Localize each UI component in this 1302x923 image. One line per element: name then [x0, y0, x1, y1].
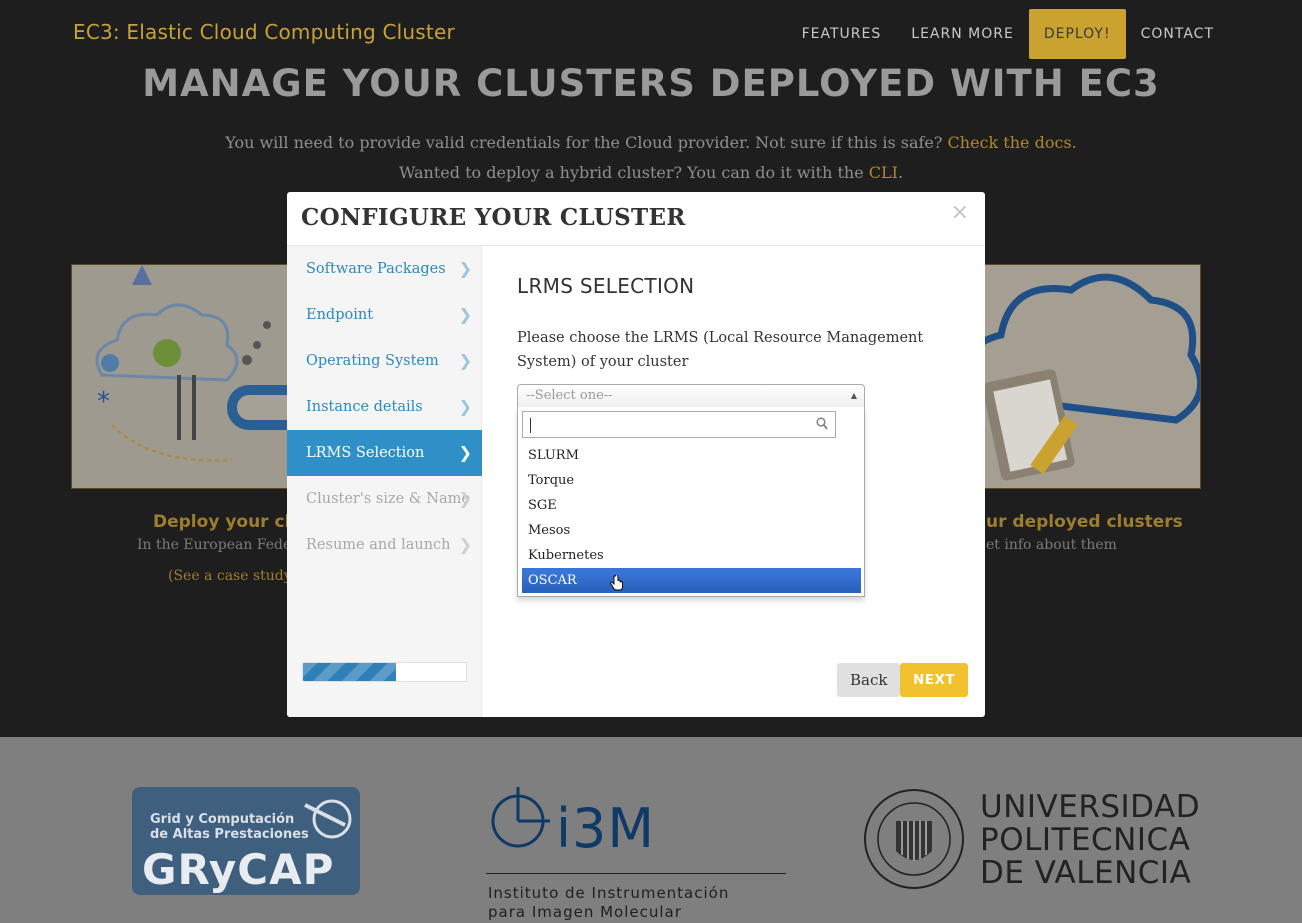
svg-text:*: * [97, 387, 110, 417]
i3m-subtitle: Instituto de Instrumentación para Imagen… [488, 884, 729, 922]
select-placeholder: --Select one-- [526, 388, 613, 403]
wizard-steps: Software Packages ❯ Endpoint ❯ Operating… [287, 246, 482, 717]
configure-cluster-modal: CONFIGURE YOUR CLUSTER × Software Packag… [287, 192, 985, 717]
chevron-right-icon: ❯ [458, 489, 472, 508]
step-label: Instance details [306, 399, 423, 415]
top-nav: FEATURES LEARN MORE DEPLOY! CONTACT [787, 9, 1229, 59]
next-button[interactable]: NEXT [900, 663, 969, 697]
manage-card-text: et info about them [986, 537, 1117, 553]
text-caret [530, 418, 531, 433]
i3m-sub-line1: Instituto de Instrumentación [488, 884, 730, 902]
i3m-name: i3M [556, 797, 655, 860]
modal-title: CONFIGURE YOUR CLUSTER [301, 204, 686, 231]
upv-line1: UNIVERSIDAD [980, 789, 1201, 825]
step-label: Cluster's size & Name [306, 491, 470, 507]
nav-features[interactable]: FEATURES [787, 9, 897, 59]
grycap-subtitle: Grid y Computación de Altas Prestaciones [150, 812, 309, 842]
credentials-note-text: You will need to provide valid credentia… [225, 133, 948, 152]
step-label: Software Packages [306, 261, 446, 277]
dropdown-options: SLURM Torque SGE Mesos Kubernetes OSCAR [522, 443, 861, 593]
step-label: Operating System [306, 353, 439, 369]
step-lrms-selection[interactable]: LRMS Selection ❯ [287, 430, 482, 476]
i3m-mark-icon [491, 787, 550, 848]
step-label: Endpoint [306, 307, 374, 323]
wizard-progress-bar [302, 662, 467, 682]
nav-deploy[interactable]: DEPLOY! [1028, 9, 1126, 59]
lrms-select[interactable]: --Select one-- ▲ [517, 384, 865, 408]
upv-logo: UNIVERSIDAD POLITECNICA DE VALENCIA [862, 787, 1200, 891]
grycap-line1: Grid y Computación [150, 812, 295, 827]
chevron-right-icon: ❯ [458, 305, 472, 324]
step-label: Resume and launch [306, 537, 451, 553]
upv-name: UNIVERSIDAD POLITECNICA DE VALENCIA [980, 791, 1200, 890]
step-cluster-size-name: Cluster's size & Name ❯ [287, 476, 482, 522]
case-study-link[interactable]: (See a case study [168, 568, 292, 584]
page-title: MANAGE YOUR CLUSTERS DEPLOYED WITH EC3 [142, 62, 1160, 105]
cli-link[interactable]: CLI [869, 163, 898, 182]
grycap-name: GRyCAP [142, 845, 335, 894]
back-button[interactable]: Back [837, 663, 901, 697]
option-oscar[interactable]: OSCAR [522, 568, 861, 593]
option-sge[interactable]: SGE [522, 493, 861, 518]
hybrid-note-text: Wanted to deploy a hybrid cluster? You c… [398, 163, 869, 182]
upv-line3: DE VALENCIA [980, 855, 1192, 891]
i3m-sub-line2: para Imagen Molecular [488, 903, 682, 921]
hybrid-note-end: . [897, 163, 904, 182]
site-brand[interactable]: EC3: Elastic Cloud Computing Cluster [73, 20, 455, 44]
step-resume-launch: Resume and launch ❯ [287, 522, 482, 568]
credentials-note: You will need to provide valid credentia… [0, 133, 1302, 152]
manage-illustration [960, 264, 1201, 489]
dropdown-search-input[interactable] [523, 412, 813, 437]
grycap-logo: Grid y Computación de Altas Prestaciones… [132, 787, 360, 895]
lrms-dropdown: SLURM Torque SGE Mesos Kubernetes OSCAR [517, 407, 865, 597]
chevron-right-icon: ❯ [458, 351, 472, 370]
upv-line2: POLITECNICA [980, 822, 1191, 858]
section-description: Please choose the LRMS (Local Resource M… [517, 330, 924, 370]
option-kubernetes[interactable]: Kubernetes [522, 543, 861, 568]
upv-seal-icon [864, 789, 964, 889]
dropdown-search[interactable] [522, 411, 836, 438]
deploy-card-title: Deploy your cl [153, 512, 291, 532]
step-content: LRMS SELECTION Please choose the LRMS (L… [483, 246, 985, 717]
cloud-ladder-illustration: * [95, 265, 310, 462]
nav-learn-more[interactable]: LEARN MORE [896, 9, 1029, 59]
deploy-illustration: * [71, 264, 311, 489]
step-operating-system[interactable]: Operating System ❯ [287, 338, 482, 384]
close-icon[interactable]: × [951, 200, 969, 225]
caret-up-icon: ▲ [850, 391, 857, 400]
modal-header: CONFIGURE YOUR CLUSTER × [287, 192, 985, 246]
chevron-right-icon: ❯ [458, 443, 472, 462]
step-label: LRMS Selection [306, 445, 425, 461]
grycap-line2: de Altas Prestaciones [150, 827, 309, 842]
deploy-card-text: In the European Federa [137, 537, 307, 553]
chevron-right-icon: ❯ [458, 535, 472, 554]
progress-fill [303, 663, 396, 681]
step-instance-details[interactable]: Instance details ❯ [287, 384, 482, 430]
option-mesos[interactable]: Mesos [522, 518, 861, 543]
satellite-dish-icon [304, 799, 352, 839]
hybrid-note: Wanted to deploy a hybrid cluster? You c… [0, 163, 1302, 182]
cloud-clipboard-illustration [963, 273, 1200, 481]
docs-link[interactable]: Check the docs. [948, 133, 1077, 152]
chevron-right-icon: ❯ [458, 397, 472, 416]
hand-cursor-icon [610, 575, 623, 591]
chevron-right-icon: ❯ [458, 259, 472, 278]
option-torque[interactable]: Torque [522, 468, 861, 493]
nav-contact[interactable]: CONTACT [1126, 9, 1229, 59]
manage-card-title: ur deployed clusters [986, 512, 1183, 532]
section-title: LRMS SELECTION [517, 274, 695, 298]
search-icon [816, 417, 828, 430]
i3m-logo: i3M Instituto de Instrumentación para Im… [486, 787, 786, 923]
i3m-divider [486, 873, 786, 874]
option-slurm[interactable]: SLURM [522, 443, 861, 468]
step-software-packages[interactable]: Software Packages ❯ [287, 246, 482, 292]
step-endpoint[interactable]: Endpoint ❯ [287, 292, 482, 338]
